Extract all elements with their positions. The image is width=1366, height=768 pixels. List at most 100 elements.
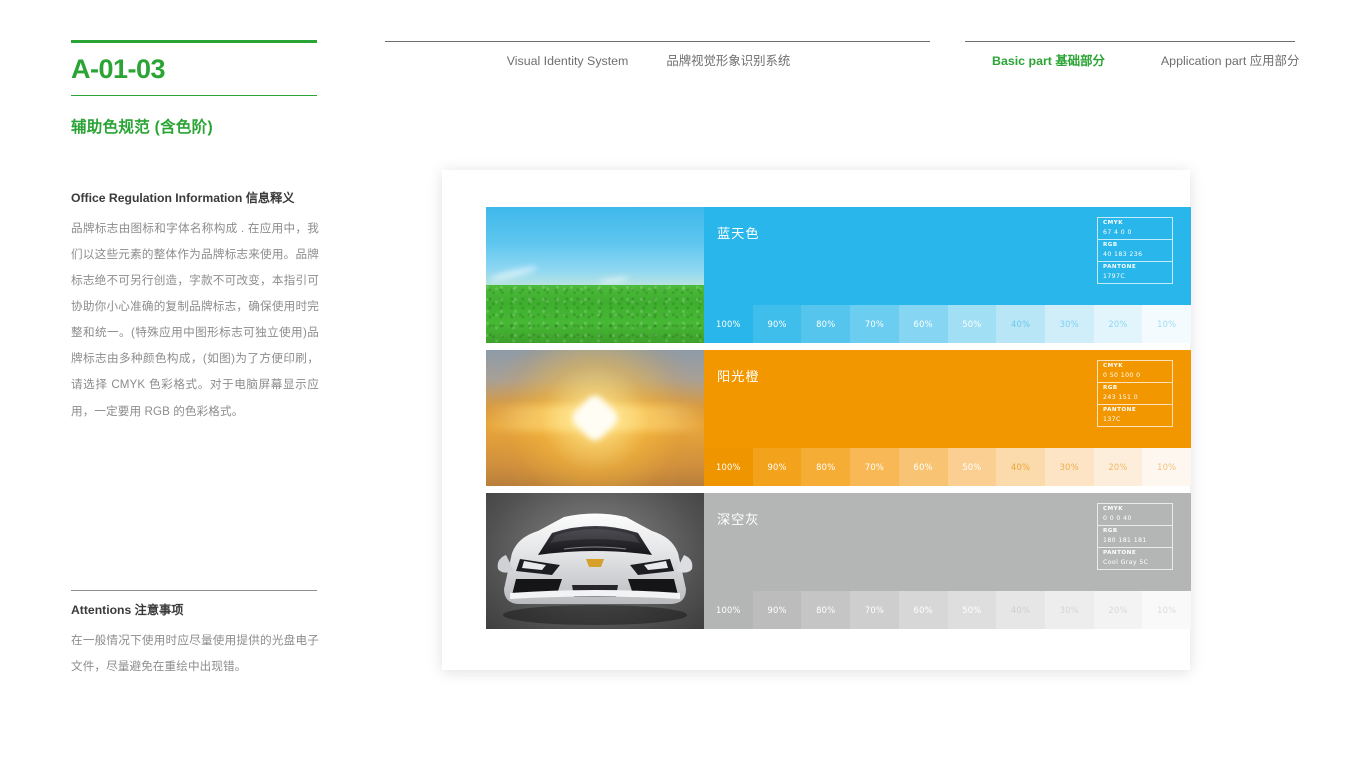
header-links-left: Visual Identity System 品牌视觉形象识别系统 (385, 42, 930, 69)
spec-value-rgb: 180 181 181 (1103, 536, 1147, 544)
spec-box-sky-blue: CMYK 67 4 0 0 RGB 40 183 236 PANTONE 179… (1097, 217, 1173, 285)
page-code-text: A-01-03 (71, 54, 166, 84)
tint-strip-deep-space-gray: 100% 90% 80% 70% 60% 50% 40% 30% 20% 10% (704, 591, 1192, 629)
tint-cell: 10% (1142, 448, 1192, 486)
page-code-rule-bottom (71, 95, 317, 96)
tint-cell: 20% (1093, 305, 1143, 343)
spec-value-rgb: 243 151 0 (1103, 393, 1139, 401)
tint-cell: 40% (996, 448, 1045, 486)
tint-cell: 70% (850, 448, 899, 486)
color-name-sky-blue: 蓝天色 (717, 226, 760, 241)
tint-cell: 80% (801, 305, 851, 343)
swatch-right-deep-space-gray: 深空灰 CMYK 0 0 0 40 RGB 180 181 181 PANTON… (704, 493, 1192, 629)
page-title: 辅助色规范 (含色阶) (71, 119, 213, 136)
color-row-sun-orange: 阳光橙 CMYK 0 50 100 0 RGB 243 151 0 PANTON… (486, 350, 1192, 486)
spec-label-cmyk: CMYK (1103, 363, 1124, 369)
tint-strip-sun-orange: 100% 90% 80% 70% 60% 50% 40% 30% 20% 10% (704, 448, 1192, 486)
header-link-application-part[interactable]: Application part 应用部分 (1161, 51, 1299, 69)
tint-cell: 70% (850, 591, 899, 629)
swatch-main-sky-blue: 蓝天色 CMYK 67 4 0 0 RGB 40 183 236 PANTONE… (704, 207, 1191, 305)
tint-cell: 90% (752, 305, 802, 343)
header-link-vis-chinese[interactable]: 品牌视觉形象识别系统 (666, 51, 790, 69)
info-block-heading: Office Regulation Information 信息释义 (71, 191, 295, 205)
swatch-right-sun-orange: 阳光橙 CMYK 0 50 100 0 RGB 243 151 0 PANTON… (704, 350, 1192, 486)
tint-cell: 30% (1044, 305, 1094, 343)
spec-value-rgb: 40 183 236 (1103, 250, 1143, 258)
spec-item-pantone: PANTONE 137C (1098, 405, 1172, 426)
tint-cell: 90% (752, 591, 802, 629)
spec-value-cmyk: 67 4 0 0 (1103, 228, 1132, 236)
tint-cell: 30% (1044, 448, 1094, 486)
tint-cell: 30% (1044, 591, 1094, 629)
header-link-visual-identity-system[interactable]: Visual Identity System (507, 54, 629, 68)
tint-cell: 50% (947, 591, 997, 629)
tint-cell: 40% (996, 591, 1045, 629)
spec-label-rgb: RGB (1103, 385, 1118, 392)
page-code-block: A-01-03 (71, 40, 317, 96)
spec-item-cmyk: CMYK 0 50 100 0 (1098, 361, 1172, 384)
swatch-right-sky-blue: 蓝天色 CMYK 67 4 0 0 RGB 40 183 236 PANTONE… (704, 207, 1192, 343)
spec-item-cmyk: CMYK 67 4 0 0 (1098, 218, 1172, 241)
info-block-body: 品牌标志由图标和字体名称构成 . 在应用中，我们以这些元素的整体作为品牌标志来使… (71, 222, 319, 418)
car-photo (486, 493, 704, 629)
swatch-main-sun-orange: 阳光橙 CMYK 0 50 100 0 RGB 243 151 0 PANTON… (704, 350, 1191, 448)
spec-value-pantone: Cool Gray 5C (1103, 559, 1149, 567)
color-specification-card: 蓝天色 CMYK 67 4 0 0 RGB 40 183 236 PANTONE… (442, 170, 1192, 670)
color-row-sky-blue: 蓝天色 CMYK 67 4 0 0 RGB 40 183 236 PANTONE… (486, 207, 1192, 343)
attentions-heading: Attentions 注意事项 (71, 603, 184, 617)
tint-cell: 50% (947, 305, 997, 343)
header-link-basic-part[interactable]: Basic part 基础部分 (992, 51, 1105, 69)
tint-strip-sky-blue: 100% 90% 80% 70% 60% 50% 40% 30% 20% 10% (704, 305, 1192, 343)
color-name-sun-orange: 阳光橙 (717, 369, 760, 384)
spec-item-rgb: RGB 243 151 0 (1098, 383, 1172, 406)
tint-cell: 20% (1093, 448, 1143, 486)
tint-cell: 60% (898, 448, 948, 486)
info-block: Office Regulation Information 信息释义 品牌标志由… (71, 188, 319, 425)
tint-cell: 10% (1142, 305, 1192, 343)
sidebar: A-01-03 辅助色规范 (含色阶) Office Regulation In… (71, 0, 319, 768)
spec-item-rgb: RGB 40 183 236 (1098, 240, 1172, 263)
spec-label-pantone: PANTONE (1103, 550, 1137, 557)
spec-label-cmyk: CMYK (1103, 506, 1124, 512)
tint-cell: 70% (850, 305, 899, 343)
spec-label-pantone: PANTONE (1103, 407, 1137, 414)
tint-cell: 80% (801, 448, 851, 486)
attentions-body: 在一般情况下使用时应尽量使用提供的光盘电子文件，尽量避免在重绘中出现错。 (71, 634, 319, 674)
tint-cell: 40% (996, 305, 1045, 343)
tint-cell: 60% (898, 305, 948, 343)
spec-value-cmyk: 0 50 100 0 (1103, 371, 1141, 379)
tint-cell: 60% (898, 591, 948, 629)
spec-label-pantone: PANTONE (1103, 264, 1137, 271)
header-left-group: Visual Identity System 品牌视觉形象识别系统 (385, 41, 930, 69)
sunset-photo (486, 350, 704, 486)
spec-value-cmyk: 0 0 0 40 (1103, 514, 1132, 522)
photo-grass-layer (486, 284, 704, 343)
spec-item-pantone: PANTONE Cool Gray 5C (1098, 548, 1172, 569)
tint-cell: 80% (801, 591, 851, 629)
spec-box-deep-space-gray: CMYK 0 0 0 40 RGB 180 181 181 PANTONE Co… (1097, 503, 1173, 571)
spec-value-pantone: 1797C (1103, 273, 1126, 281)
tint-cell: 100% (704, 448, 753, 486)
sky-grass-photo (486, 207, 704, 343)
spec-label-rgb: RGB (1103, 242, 1118, 249)
spec-box-sun-orange: CMYK 0 50 100 0 RGB 243 151 0 PANTONE 13… (1097, 360, 1173, 428)
spec-value-pantone: 137C (1103, 416, 1121, 424)
header-links-right: Basic part 基础部分 Application part 应用部分 (965, 42, 1299, 69)
color-row-deep-space-gray: 深空灰 CMYK 0 0 0 40 RGB 180 181 181 PANTON… (486, 493, 1192, 629)
tint-cell: 100% (704, 305, 753, 343)
header-right-group: Basic part 基础部分 Application part 应用部分 (965, 41, 1299, 69)
tint-cell: 20% (1093, 591, 1143, 629)
attentions-divider (71, 590, 317, 591)
spec-item-pantone: PANTONE 1797C (1098, 262, 1172, 283)
tint-cell: 10% (1142, 591, 1192, 629)
tint-cell: 50% (947, 448, 997, 486)
swatch-main-deep-space-gray: 深空灰 CMYK 0 0 0 40 RGB 180 181 181 PANTON… (704, 493, 1191, 591)
sports-car-icon (497, 513, 693, 625)
tint-cell: 90% (752, 448, 802, 486)
attentions-block: Attentions 注意事项 在一般情况下使用时应尽量使用提供的光盘电子文件，… (71, 590, 319, 680)
tint-cell: 100% (704, 591, 753, 629)
spec-label-cmyk: CMYK (1103, 220, 1124, 226)
color-name-deep-space-gray: 深空灰 (717, 512, 760, 527)
spec-item-rgb: RGB 180 181 181 (1098, 526, 1172, 549)
spec-item-cmyk: CMYK 0 0 0 40 (1098, 504, 1172, 527)
